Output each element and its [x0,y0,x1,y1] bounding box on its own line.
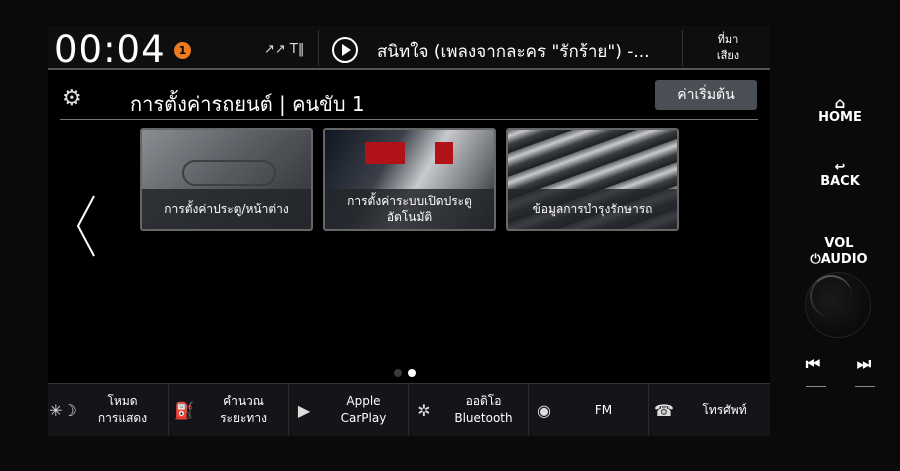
button-indicator [855,386,875,387]
status-bar: 00:04 1 ↗↗ T‖ สนิทใจ (เพลงจากละคร "รักร้… [48,26,770,71]
status-divider [318,30,319,66]
now-playing-title[interactable]: สนิทใจ (เพลงจากละคร "รักร้าย") -... [377,38,667,65]
nav-label: โทรศัพท์ [702,402,747,417]
notification-badge[interactable]: 1 [174,42,191,59]
audio-source-label-1: ที่มา [717,33,739,46]
door-handle-image [182,160,276,186]
tile-auto-door-settings[interactable]: การตั้งค่าระบบเปิดประตู อัตโนมัติ [323,128,496,231]
title-divider [60,119,758,120]
previous-track-icon[interactable]: ⏮ [798,354,828,374]
nav-label: คำนวณ [223,394,264,408]
previous-page-arrow-icon[interactable] [74,194,98,258]
page-dot-active[interactable] [408,369,416,377]
play-icon[interactable] [332,37,358,63]
nav-label: ออดิโอ [465,394,502,408]
page-title: การตั้งค่ารถยนต์ | คนขับ 1 [130,92,365,116]
car-settings-icon: ⚙ [62,86,82,111]
volume-knob[interactable] [805,272,871,338]
fuel-calc-icon: ⛽ [174,400,194,420]
fm-radio-icon: ◉ [537,400,551,420]
reset-defaults-button[interactable]: ค่าเริ่มต้น [655,80,757,110]
button-indicator [806,386,826,387]
back-button[interactable]: ↩ BACK [812,160,868,189]
page-dot[interactable] [394,369,402,377]
nav-label: ระยะทาง [220,411,267,425]
home-button[interactable]: ⌂ HOME [812,94,868,126]
nav-label: Bluetooth [454,411,513,425]
tile-maintenance-info[interactable]: ข้อมูลการบำรุงรักษารถ [506,128,679,231]
bluetooth-icon: ✲ [417,400,431,420]
back-icon: ↩ [834,160,846,175]
nav-fuel-range[interactable]: ⛽ คำนวณระยะทาง [168,384,288,436]
nav-phone[interactable]: ☎ โทรศัพท์ [648,384,770,436]
nav-bluetooth-audio[interactable]: ✲ ออดิโอ Bluetooth [408,384,528,436]
nav-fm[interactable]: ◉ FM [528,384,648,436]
nav-carplay[interactable]: ▶ Apple CarPlay [288,384,408,436]
nav-label: โหมด [107,394,138,408]
status-divider-line [48,68,770,70]
page-indicator [394,362,422,381]
nav-display-mode[interactable]: ✳☽ โหมดการแสดง [48,384,167,436]
clock: 00:04 [54,28,166,71]
tile-door-window-settings[interactable]: การตั้งค่าประตู/หน้าต่าง [140,128,313,231]
audio-source-label-2: เสียง [716,49,740,62]
nav-label: การแสดง [97,411,148,425]
vol-audio-button[interactable]: VOL ⏻AUDIO [804,236,874,268]
taillight-image [365,142,405,164]
touchscreen: 00:04 1 ↗↗ T‖ สนิทใจ (เพลงจากละคร "รักร้… [48,26,770,436]
status-divider [682,30,683,66]
phone-icon: ☎ [654,400,674,420]
vol-label: VOL [824,236,854,251]
bottom-nav: ✳☽ โหมดการแสดง ⛽ คำนวณระยะทาง ▶ Apple Car… [48,383,770,436]
audio-source-button[interactable]: ที่มา เสียง [698,32,758,64]
back-label: BACK [820,174,860,189]
tile-label: ข้อมูลการบำรุงรักษารถ [508,189,677,229]
signal-icon: ↗↗ T‖ [264,42,305,57]
nav-label: Apple [346,394,381,408]
nav-label: CarPlay [340,411,387,425]
home-label: HOME [818,110,862,125]
nav-label: FM [594,402,613,417]
home-icon: ⌂ [834,94,846,112]
tile-label: การตั้งค่าระบบเปิดประตู อัตโนมัติ [325,189,494,229]
taillight-image [435,142,453,164]
audio-label: ⏻AUDIO [810,252,868,267]
carplay-icon: ▶ [297,400,311,420]
tile-label: การตั้งค่าประตู/หน้าต่าง [142,189,311,229]
next-track-icon[interactable]: ⏭ [849,354,879,374]
display-mode-icon: ✳☽ [49,400,77,420]
